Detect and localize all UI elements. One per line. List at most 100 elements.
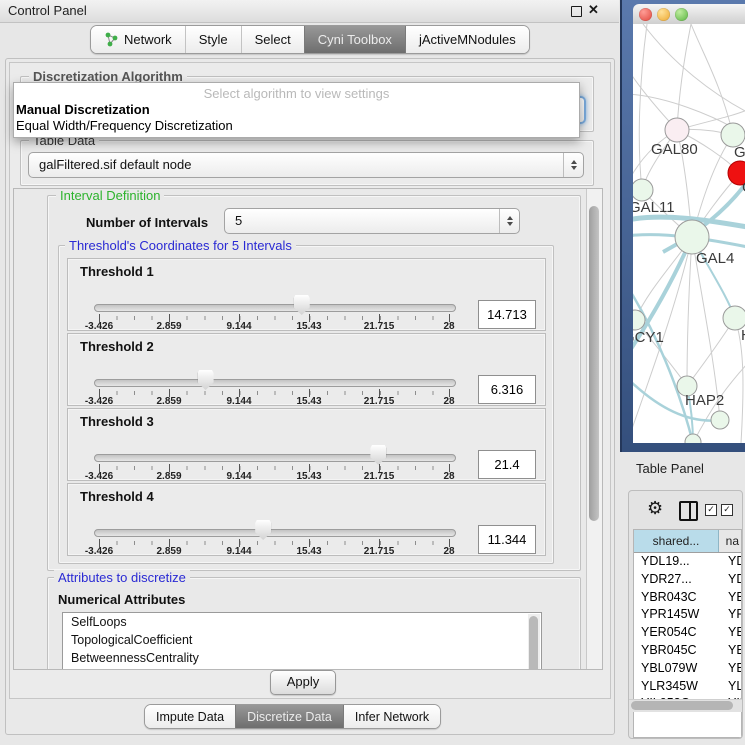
tab-impute-data[interactable]: Impute Data: [145, 705, 235, 728]
table-row[interactable]: YDL19...YDL1: [634, 553, 741, 571]
node-label-gal80: GAL80: [651, 141, 698, 158]
scrollbar-thumb[interactable]: [589, 206, 599, 521]
thresholds-coordinates-group: Threshold's Coordinates for 5 Intervals …: [58, 245, 554, 564]
horizontal-scrollbar[interactable]: [629, 699, 742, 712]
threshold-2-slider-track[interactable]: [94, 379, 456, 387]
threshold-4-slider-track[interactable]: [94, 529, 456, 537]
control-panel-tabbar: Network Style Select Cyni Toolbox jActiv…: [90, 25, 530, 54]
interval-definition-group: Interval Definition Number of Intervals …: [47, 195, 581, 571]
numerical-attributes-label: Numerical Attributes: [58, 592, 185, 607]
slider-tick-labels: -3.4262.8599.14415.4321.71528: [99, 396, 449, 408]
threshold-4-label: Threshold 4: [80, 489, 154, 504]
minimize-traffic-light[interactable]: [657, 8, 670, 21]
dropdown-prompt: Select algorithm to view settings: [14, 86, 579, 101]
cyni-bottom-tabbar: Impute Data Discretize Data Infer Networ…: [144, 704, 441, 729]
combo-arrows-icon: [563, 153, 583, 177]
number-of-intervals-value: 5: [235, 209, 242, 233]
list-item[interactable]: SelfLoops: [63, 613, 541, 631]
threshold-1-slider-handle[interactable]: [294, 295, 310, 315]
threshold-1-label: Threshold 1: [80, 264, 154, 279]
table-data-value: galFiltered.sif default node: [39, 153, 191, 177]
numerical-attributes-list[interactable]: SelfLoops TopologicalCoefficient Between…: [62, 612, 542, 670]
table-row[interactable]: YLR345WYLR3: [634, 678, 741, 696]
threshold-2-slider-handle[interactable]: [198, 370, 214, 390]
node-label-partial-g: GA: [734, 144, 745, 161]
threshold-3-slider-handle[interactable]: [370, 445, 386, 465]
scrollbar-thumb[interactable]: [631, 701, 733, 710]
network-icon: [104, 32, 119, 47]
columns-icon[interactable]: [679, 501, 698, 521]
node-label-gal4: GAL4: [696, 250, 734, 267]
select-all-checkbox-icon[interactable]: ✓: [721, 504, 733, 516]
column-header-shared-name[interactable]: shared...: [634, 530, 719, 552]
algorithm-dropdown-popup: Select algorithm to view settings Manual…: [13, 82, 580, 138]
screen: Control Panel ✕ Network Style Select Cyn…: [0, 0, 745, 745]
interval-definition-label: Interval Definition: [56, 188, 164, 203]
network-view-window[interactable]: GAL80 GA C GAL11 GAL4 GCY1 H HAP2: [620, 0, 745, 452]
node-label-partial-h: H: [741, 327, 745, 344]
close-traffic-light[interactable]: [639, 8, 652, 21]
threshold-3-slider-track[interactable]: [94, 454, 456, 462]
threshold-3-value-field[interactable]: 21.4: [478, 450, 536, 479]
threshold-1-slider-track[interactable]: [94, 304, 456, 312]
close-icon[interactable]: ✕: [588, 2, 599, 18]
table-row[interactable]: YBL079WYBL0: [634, 660, 741, 678]
node-label-gal11: GAL11: [633, 199, 675, 216]
dropdown-option-equal-width[interactable]: Equal Width/Frequency Discretization: [16, 118, 233, 133]
list-item[interactable]: BetweennessCentrality: [63, 649, 541, 667]
network-graph: GAL80 GA C GAL11 GAL4 GCY1 H HAP2: [633, 24, 745, 443]
node-gal11[interactable]: [633, 179, 653, 201]
table-panel: ⚙ ✓ ✓ shared... na YDL19...YDL1 YDR27...…: [628, 490, 743, 739]
number-of-intervals-combobox[interactable]: 5: [224, 208, 520, 234]
table-row[interactable]: YBR043CYBR0: [634, 589, 741, 607]
table-panel-title: Table Panel: [636, 461, 704, 476]
settings-scroll-area: Interval Definition Number of Intervals …: [13, 188, 603, 670]
number-of-intervals-label: Number of Intervals: [86, 215, 208, 230]
threshold-1-value-field[interactable]: 14.713: [478, 300, 536, 329]
node-label-hap2: HAP2: [685, 392, 724, 409]
table-row[interactable]: YBR045CYBR0: [634, 642, 741, 660]
tab-jactivemnodules[interactable]: jActiveMNodules: [405, 26, 529, 53]
tab-discretize-data[interactable]: Discretize Data: [235, 705, 343, 728]
zoom-traffic-light[interactable]: [675, 8, 688, 21]
threshold-2-panel: Threshold 2 -3.4262.8599.14415.4321.7152…: [67, 333, 546, 406]
node-partial-bottom[interactable]: [711, 411, 729, 429]
attributes-group-label: Attributes to discretize: [54, 570, 190, 585]
list-item[interactable]: TopologicalCoefficient: [63, 631, 541, 649]
vertical-scrollbar[interactable]: [586, 189, 602, 669]
table-row[interactable]: YPR145WYPR1: [634, 606, 741, 624]
threshold-2-value-field[interactable]: 6.316: [478, 375, 536, 404]
combo-arrows-icon: [499, 209, 519, 233]
gear-icon[interactable]: ⚙: [647, 498, 663, 519]
float-window-icon[interactable]: [571, 6, 582, 17]
tab-network-label: Network: [124, 32, 172, 47]
node-gal4[interactable]: [675, 220, 709, 254]
table-data-combobox[interactable]: galFiltered.sif default node: [28, 152, 584, 178]
table-toolbar: ⚙ ✓ ✓: [629, 491, 742, 527]
threshold-4-slider-handle[interactable]: [255, 520, 271, 540]
attributes-to-discretize-group: Attributes to discretize Numerical Attri…: [47, 577, 581, 670]
select-checkbox-icon[interactable]: ✓: [705, 504, 717, 516]
tab-select[interactable]: Select: [241, 26, 304, 53]
control-panel-title: Control Panel: [8, 3, 87, 18]
node-label-gcy1: GCY1: [633, 329, 664, 346]
network-window-titlebar[interactable]: [633, 4, 745, 25]
node-partial-bottom2[interactable]: [685, 434, 701, 443]
tab-cyni-toolbox[interactable]: Cyni Toolbox: [304, 26, 405, 53]
threshold-4-panel: Threshold 4 -3.4262.8599.14415.4321.7152…: [67, 483, 546, 556]
list-scrollbar[interactable]: [528, 614, 540, 670]
tab-style[interactable]: Style: [185, 26, 241, 53]
column-header-name[interactable]: na: [719, 530, 741, 552]
table-row[interactable]: YDR27...YDR2: [634, 571, 741, 589]
node-gal80[interactable]: [665, 118, 689, 142]
threshold-1-panel: Threshold 1 -3.4262.8599.14415.4321.7152…: [67, 258, 546, 331]
table-header-row: shared... na: [634, 530, 741, 553]
slider-tick-labels: -3.4262.8599.14415.4321.71528: [99, 471, 449, 483]
apply-button[interactable]: Apply: [270, 670, 336, 695]
tab-infer-network[interactable]: Infer Network: [343, 705, 440, 728]
network-canvas[interactable]: GAL80 GA C GAL11 GAL4 GCY1 H HAP2: [633, 24, 745, 443]
table-row[interactable]: YER054CYER0: [634, 624, 741, 642]
tab-network[interactable]: Network: [91, 26, 185, 53]
dropdown-option-manual[interactable]: Manual Discretization: [16, 102, 150, 117]
threshold-4-value-field[interactable]: 11.344: [478, 525, 536, 554]
